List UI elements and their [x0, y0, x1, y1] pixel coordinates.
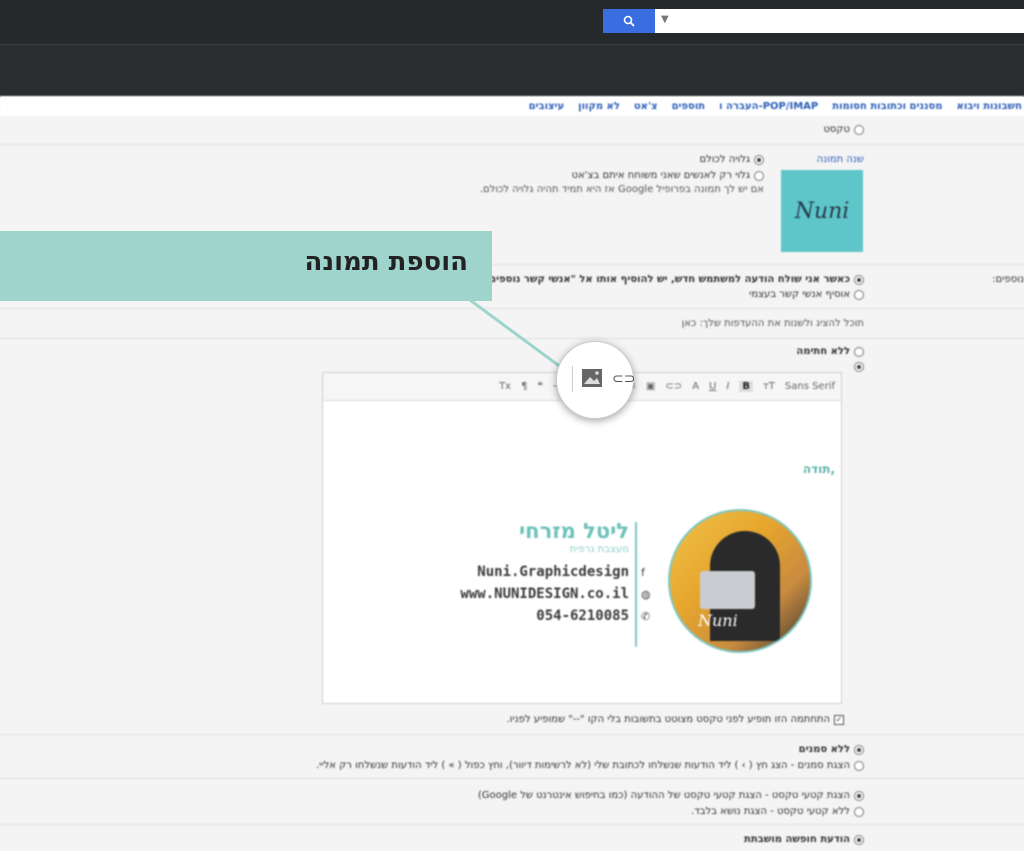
- tab-filters[interactable]: מסננים וכתובות חסומות: [832, 101, 942, 112]
- divider: [0, 824, 1024, 825]
- radio-snippets-off[interactable]: [854, 806, 864, 817]
- snippets-off-row[interactable]: ללא קטעי טקסט - הצגת נושא בלבד.: [691, 806, 864, 817]
- profile-picture[interactable]: Nuni: [781, 170, 863, 252]
- search-input[interactable]: ▼: [655, 9, 1024, 33]
- tab-themes[interactable]: עיצובים: [529, 101, 565, 112]
- contacts-left-label: נוספים:: [992, 274, 1024, 285]
- avatar-logo: Nuni: [698, 611, 738, 630]
- editor-body[interactable]: תודה, Nuni ליטל מזרחי מעצבת גרפית f Nuni…: [323, 402, 841, 702]
- search-button[interactable]: [603, 9, 655, 33]
- signature-website: www.NUNIDESIGN.co.il: [460, 586, 629, 602]
- quote-icon[interactable]: ❝: [537, 381, 542, 392]
- snippets-on-row[interactable]: הצגת קטעי טקסט - הצגת קטעי טקסט של ההודע…: [478, 790, 864, 801]
- manual-contacts-row[interactable]: אוסיף אנשי קשר בעצמי: [749, 289, 864, 300]
- avatar-laptop: [700, 571, 755, 609]
- signature-note-row[interactable]: ✓ התחתמה הזו תופיע לפני טקסט מצוטט בתשובו…: [506, 714, 844, 725]
- profile-picture-logo: Nuni: [794, 198, 850, 224]
- search-icon: [623, 15, 635, 27]
- remove-format-icon[interactable]: Tx: [499, 381, 511, 392]
- divider: [0, 778, 1024, 779]
- signature-subtitle: מעצבת גרפית: [569, 544, 629, 555]
- divider: [0, 144, 1024, 145]
- show-markers-row[interactable]: הצגת סמנים - הצג חץ ( › ) ליד הודעות שנש…: [316, 760, 864, 771]
- google-note: אם יש לך תמונה בפרופיל Google אז היא תמי…: [479, 184, 764, 195]
- tab-forwarding[interactable]: העברה ו-POP/IMAP: [719, 101, 818, 112]
- divider: [0, 308, 1024, 309]
- signature-avatar: Nuni: [668, 509, 812, 653]
- radio-no-signature[interactable]: [854, 346, 864, 357]
- radio-manual-contacts[interactable]: [854, 289, 864, 300]
- divider: [0, 734, 1024, 735]
- signature-divider: [635, 522, 637, 647]
- no-signature-row[interactable]: ללא חתימה: [796, 346, 864, 357]
- settings-content: טקסט שנה תמונה גלויה לכולם גלוי רק לאנשי…: [0, 116, 1024, 851]
- radio-vacation-off[interactable]: [854, 834, 864, 845]
- tab-chat[interactable]: צ'אט: [634, 101, 658, 112]
- visible-all-row[interactable]: גלויה לכולם: [700, 154, 764, 165]
- signature-note-checkbox[interactable]: ✓: [834, 714, 844, 725]
- secondary-bar: [0, 44, 1024, 97]
- insert-image-icon-zoomed[interactable]: [581, 368, 603, 388]
- radio-show-markers[interactable]: [854, 760, 864, 771]
- radio-signature[interactable]: [854, 362, 864, 372]
- settings-tabs: חשבונות ויבוא מסננים וכתובות חסומות העבר…: [0, 96, 1024, 116]
- signature-thanks: תודה,: [802, 462, 835, 476]
- no-markers-row[interactable]: ללא סמנים: [799, 744, 864, 755]
- insert-image-icon[interactable]: ▣: [646, 381, 655, 392]
- signature-phone: 054-6210085: [536, 608, 629, 624]
- divider: [0, 338, 1024, 339]
- signature-editor[interactable]: Sans Serif тT B I U A ⊂⊃ ▣ ≡ ☰ ☷ ⇤ ⇥ ❝ ¶…: [322, 372, 842, 704]
- callout-banner: הוספת תמונה: [0, 231, 492, 301]
- text-color-icon[interactable]: A: [692, 381, 699, 392]
- globe-icon: ◍: [641, 588, 651, 601]
- rtl-icon[interactable]: ¶: [521, 381, 527, 392]
- toolbar-separator: [572, 366, 573, 392]
- radio-auto-contacts[interactable]: [854, 274, 864, 285]
- tab-accounts[interactable]: חשבונות ויבוא: [957, 101, 1022, 112]
- tab-addons[interactable]: תוספים: [672, 101, 706, 112]
- radio-snippets-on[interactable]: [854, 790, 864, 801]
- signature-name: ליטל מזרחי: [518, 519, 629, 543]
- radio-text[interactable]: [854, 124, 864, 135]
- radio-no-markers[interactable]: [854, 744, 864, 755]
- radio-visible-contacts[interactable]: [754, 170, 764, 181]
- font-select[interactable]: Sans Serif: [785, 381, 835, 392]
- vacation-row[interactable]: הודעת חופשה מושבתת: [744, 834, 864, 845]
- visible-contacts-row[interactable]: גלוי רק לאנשים שאני משוחח איתם בצ'אט: [572, 170, 764, 181]
- text-option-row[interactable]: טקסט: [823, 124, 864, 135]
- radio-visible-all[interactable]: [754, 154, 764, 165]
- underline-icon[interactable]: U: [709, 381, 716, 392]
- phone-icon: ✆: [641, 610, 651, 623]
- learn-more-text[interactable]: תוכל להציג ולשנות את ההעדפות שלך: כאן: [682, 318, 864, 329]
- italic-icon[interactable]: I: [726, 381, 729, 392]
- image-button-magnifier: ⊂⊃: [556, 341, 635, 419]
- signature-enabled-row[interactable]: [854, 362, 864, 372]
- signature-facebook: Nuni.Graphicdesign: [477, 564, 629, 580]
- link-icon[interactable]: ⊂⊃: [665, 381, 682, 392]
- search-options-chevron-icon[interactable]: ▼: [661, 14, 669, 25]
- bold-icon[interactable]: B: [739, 381, 753, 392]
- callout-text: הוספת תמונה: [304, 247, 468, 277]
- change-picture-link[interactable]: שנה תמונה: [817, 154, 864, 165]
- tab-offline[interactable]: לא מקוון: [578, 101, 620, 112]
- font-size-icon[interactable]: тT: [763, 381, 775, 392]
- link-icon-zoomed[interactable]: ⊂⊃: [612, 371, 635, 387]
- facebook-icon: f: [641, 566, 645, 579]
